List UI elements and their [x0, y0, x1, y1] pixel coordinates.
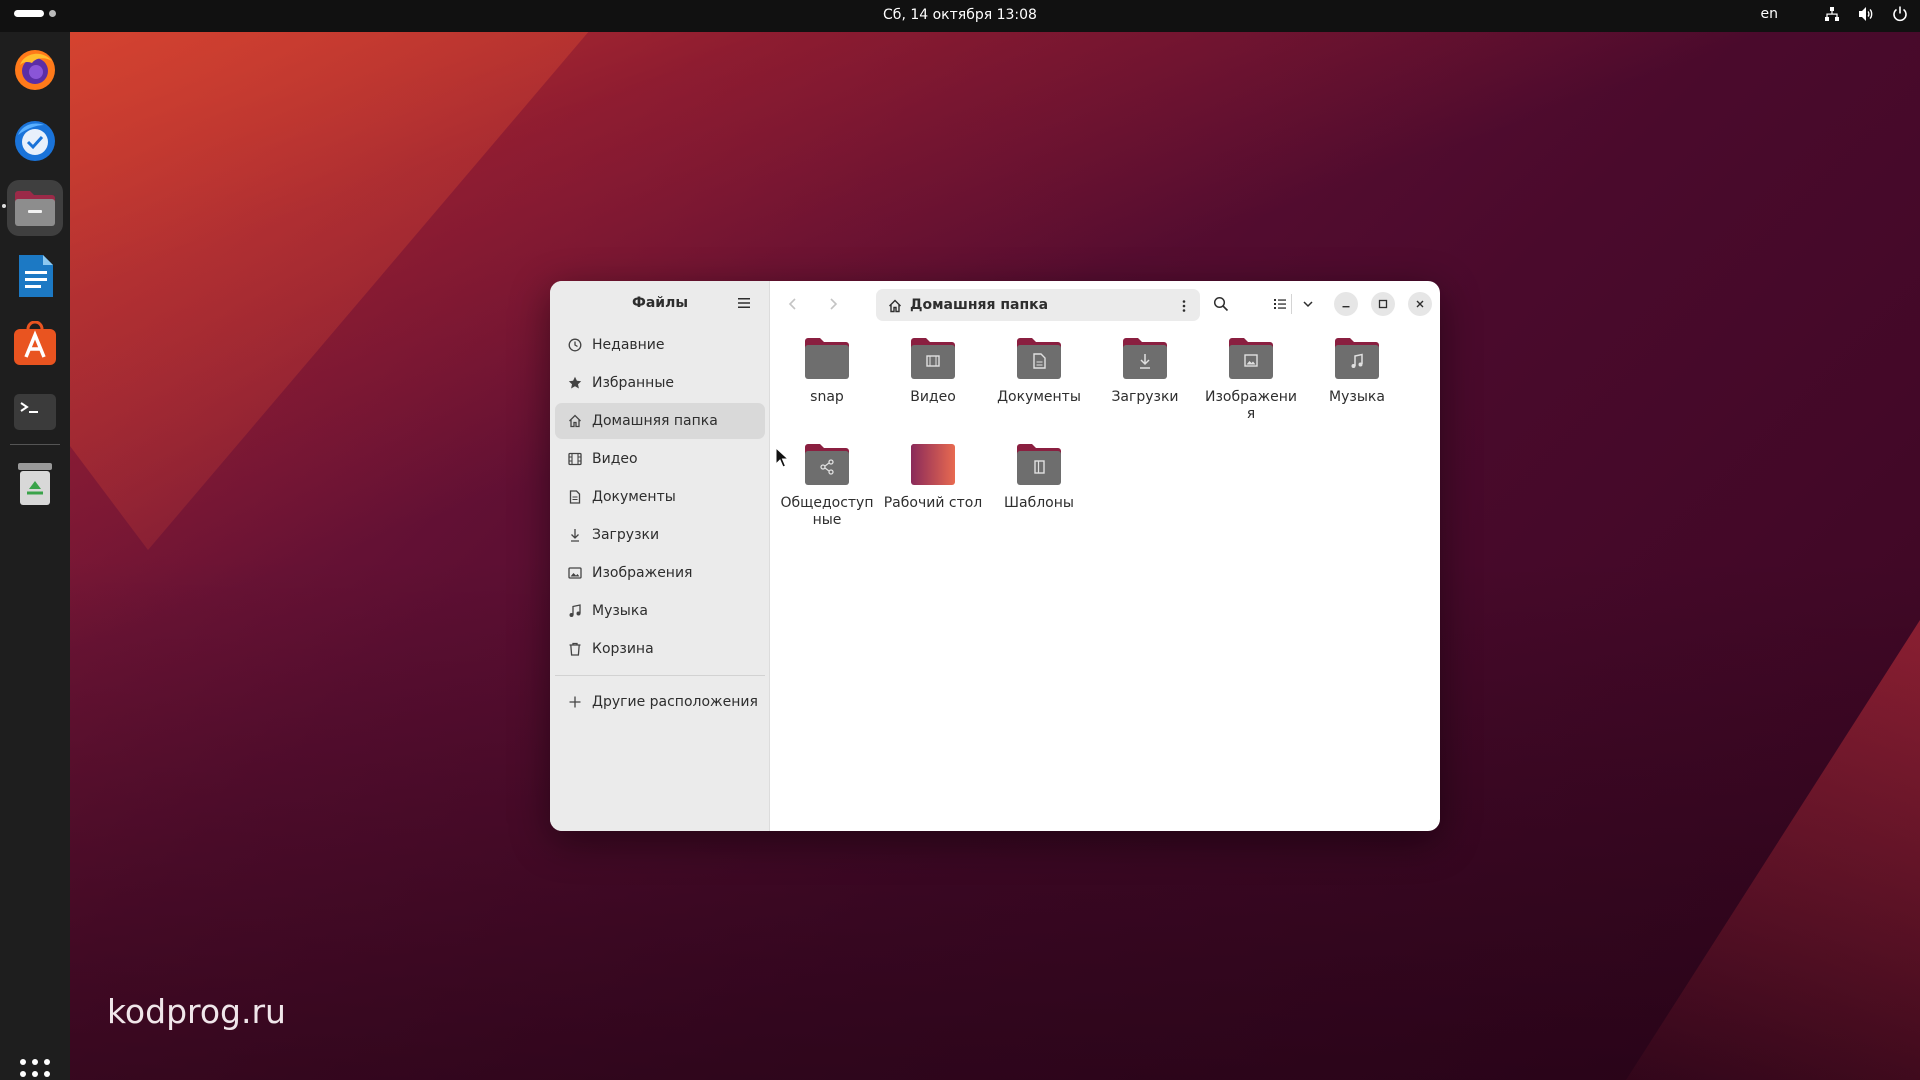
image-icon [568, 566, 582, 580]
writer-icon[interactable] [7, 248, 63, 304]
back-button[interactable] [785, 296, 801, 312]
sidebar-item-label: Корзина [592, 641, 654, 657]
keyboard-layout[interactable]: en [1761, 6, 1779, 22]
view-options-button[interactable] [1300, 296, 1316, 312]
trash-icon[interactable] [7, 456, 63, 512]
app-center-icon[interactable] [7, 316, 63, 372]
files-window: Файлы Недавние Избранные Домашняя папка … [550, 281, 1440, 831]
current-folder-label: Домашняя папка [910, 297, 1049, 313]
document-icon [568, 490, 582, 504]
sidebar-item-label: Изображения [592, 565, 693, 581]
more-options-icon[interactable] [1177, 298, 1191, 312]
running-indicator [2, 204, 6, 208]
sidebar-item-label: Музыка [592, 603, 648, 619]
desktop-folder-icon [909, 441, 957, 487]
file-label: Видео [910, 389, 956, 405]
folder-item[interactable]: snap [777, 335, 877, 406]
sidebar-item-pictures[interactable]: Изображения [555, 555, 765, 591]
path-bar[interactable]: Домашняя папка [876, 289, 1200, 321]
folder-item[interactable]: Изображения [1201, 335, 1301, 423]
file-label: Общедоступные [780, 495, 874, 528]
sidebar-item-home[interactable]: Домашняя папка [555, 403, 765, 439]
content-area: Домашняя папка snap Видео Документы Загр… [771, 281, 1440, 831]
folder-item[interactable]: Общедоступные [777, 441, 877, 529]
folder-item[interactable]: Музыка [1307, 335, 1407, 406]
firefox-icon[interactable] [7, 42, 63, 98]
sidebar-item-label: Домашняя папка [592, 413, 718, 429]
header-bar: Домашняя папка [771, 281, 1440, 327]
folder-icon [803, 335, 851, 381]
sidebar-item-label: Видео [592, 451, 638, 467]
templates-folder-icon [1015, 441, 1063, 487]
dock [0, 32, 70, 1080]
watermark: kodprog.ru [107, 992, 286, 1031]
file-label: Музыка [1329, 389, 1385, 405]
public-folder-icon [803, 441, 851, 487]
sidebar-item-recent[interactable]: Недавние [555, 327, 765, 363]
show-apps-icon[interactable] [19, 1058, 51, 1080]
folder-item[interactable]: Шаблоны [989, 441, 1089, 512]
sidebar: Файлы Недавние Избранные Домашняя папка … [550, 281, 770, 831]
view-list-button[interactable] [1272, 296, 1288, 312]
film-icon [568, 452, 582, 466]
folder-item[interactable]: Рабочий стол [883, 441, 983, 512]
search-button[interactable] [1213, 296, 1229, 312]
places-list: Недавние Избранные Домашняя папка Видео … [550, 327, 770, 722]
sidebar-item-label: Загрузки [592, 527, 660, 543]
sidebar-header: Файлы [550, 281, 769, 327]
sidebar-item-downloads[interactable]: Загрузки [555, 517, 765, 553]
dock-separator [10, 444, 60, 445]
clock[interactable]: Сб, 14 октября 13:08 [0, 7, 1920, 23]
sidebar-divider [555, 675, 765, 676]
trash-icon [568, 642, 582, 656]
folder-item[interactable]: Видео [883, 335, 983, 406]
main-menu-button[interactable] [736, 295, 752, 311]
terminal-icon[interactable] [7, 384, 63, 440]
sidebar-item-label: Избранные [592, 375, 674, 391]
sidebar-item-videos[interactable]: Видео [555, 441, 765, 477]
forward-button[interactable] [825, 296, 841, 312]
home-icon [888, 298, 902, 313]
pictures-folder-icon [1227, 335, 1275, 381]
sidebar-item-documents[interactable]: Документы [555, 479, 765, 515]
sidebar-item-label: Документы [592, 489, 676, 505]
music-folder-icon [1333, 335, 1381, 381]
folder-item[interactable]: Загрузки [1095, 335, 1195, 406]
clock-icon [568, 338, 582, 352]
sidebar-item-other-locations[interactable]: Другие расположения [555, 684, 765, 720]
file-label: Шаблоны [1004, 495, 1074, 511]
video-folder-icon [909, 335, 957, 381]
folder-item[interactable]: Документы [989, 335, 1089, 406]
close-button[interactable] [1408, 292, 1432, 316]
file-label: Документы [997, 389, 1081, 405]
downloads-folder-icon [1121, 335, 1169, 381]
file-label: Загрузки [1111, 389, 1179, 405]
sidebar-item-music[interactable]: Музыка [555, 593, 765, 629]
toolbar-divider [1291, 294, 1292, 314]
sidebar-item-starred[interactable]: Избранные [555, 365, 765, 401]
file-label: Рабочий стол [883, 495, 983, 511]
documents-folder-icon [1015, 335, 1063, 381]
network-icon[interactable] [1824, 6, 1840, 22]
power-icon[interactable] [1892, 6, 1908, 22]
home-icon [568, 414, 582, 428]
files-icon[interactable] [7, 180, 63, 236]
top-bar: Сб, 14 октября 13:08 en [0, 0, 1920, 32]
system-tray[interactable]: en [1761, 6, 1909, 22]
volume-icon[interactable] [1858, 6, 1874, 22]
thunderbird-icon[interactable] [7, 112, 63, 168]
sidebar-item-label: Другие расположения [592, 694, 758, 710]
star-icon [568, 376, 582, 390]
plus-icon [568, 695, 582, 709]
sidebar-item-trash[interactable]: Корзина [555, 631, 765, 667]
file-label: snap [810, 389, 844, 405]
file-label: Изображения [1204, 389, 1298, 422]
minimize-button[interactable] [1334, 292, 1358, 316]
mouse-cursor [775, 446, 790, 469]
download-icon [568, 528, 582, 542]
music-icon [568, 604, 582, 618]
wallpaper-shape [70, 30, 590, 550]
maximize-button[interactable] [1371, 292, 1395, 316]
sidebar-item-label: Недавние [592, 337, 665, 353]
